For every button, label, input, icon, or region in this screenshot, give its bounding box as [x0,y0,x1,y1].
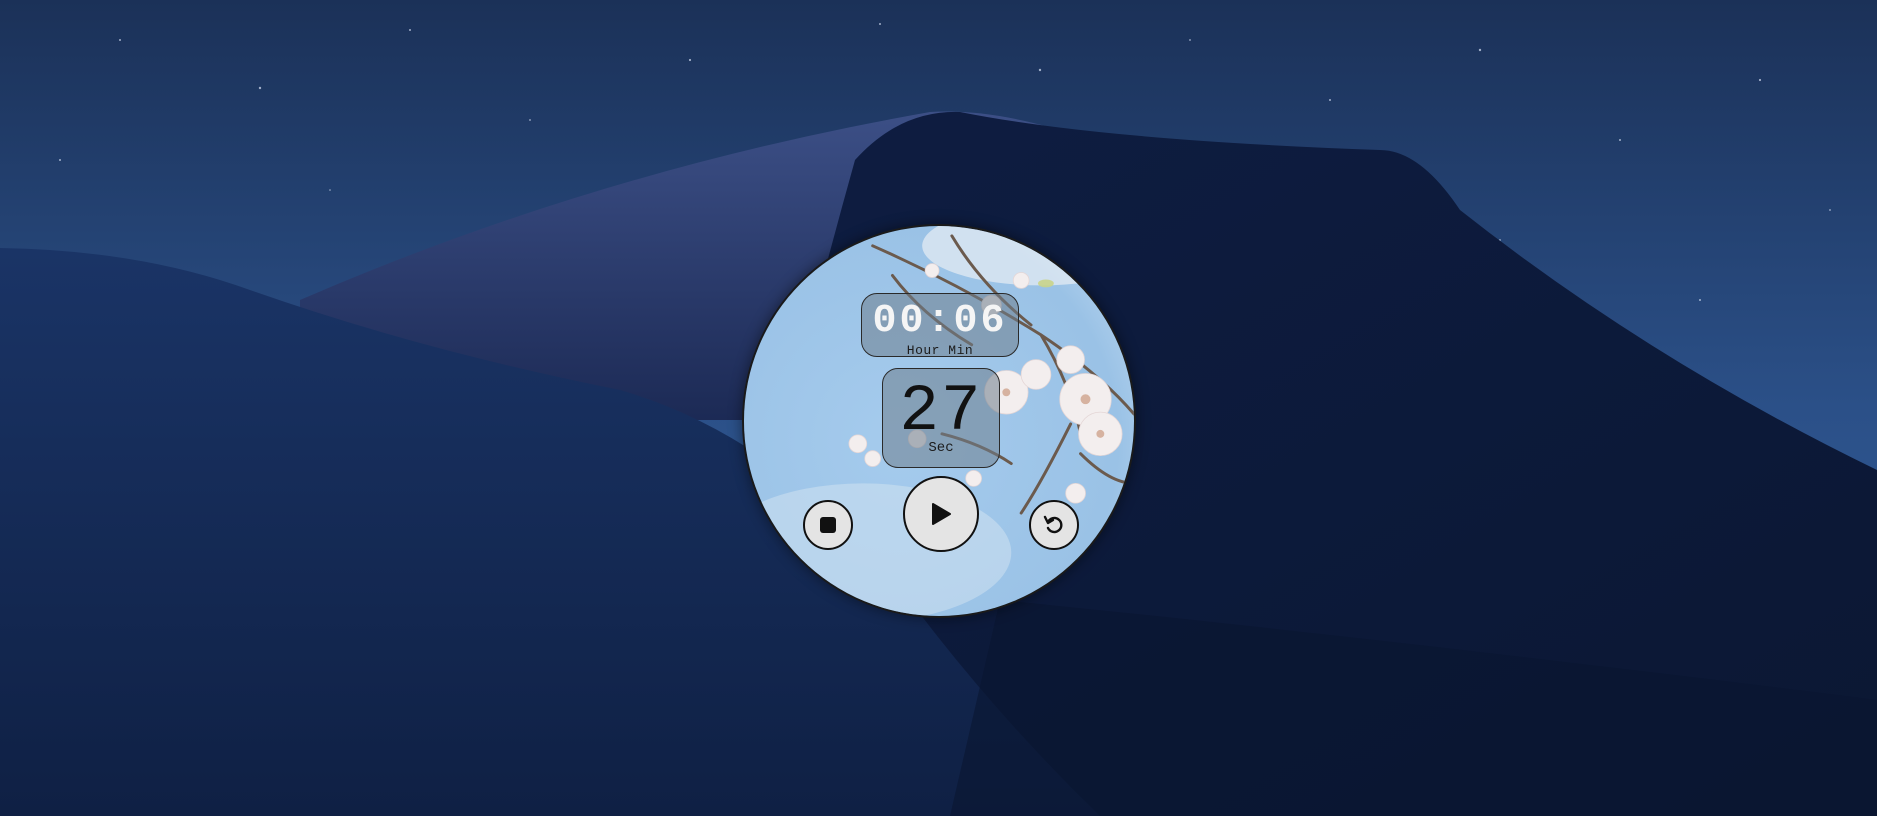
seconds-display: 27 Sec [882,368,1000,468]
hours-minutes-display: 00:06 Hour Min [861,293,1019,357]
reset-icon [1043,515,1063,534]
reset-button[interactable] [1029,500,1079,550]
timer-widget: 00:06 Hour Min 27 Sec [742,224,1136,618]
stop-button[interactable] [803,500,853,550]
play-button[interactable] [903,476,979,552]
hours-minutes-value: 00:06 [872,299,1008,344]
stop-icon [820,517,836,533]
seconds-value: 27 [899,374,983,449]
play-icon [932,503,951,525]
hours-minutes-label: Hour Min [906,343,974,358]
desktop: 00:06 Hour Min 27 Sec [0,0,1877,816]
